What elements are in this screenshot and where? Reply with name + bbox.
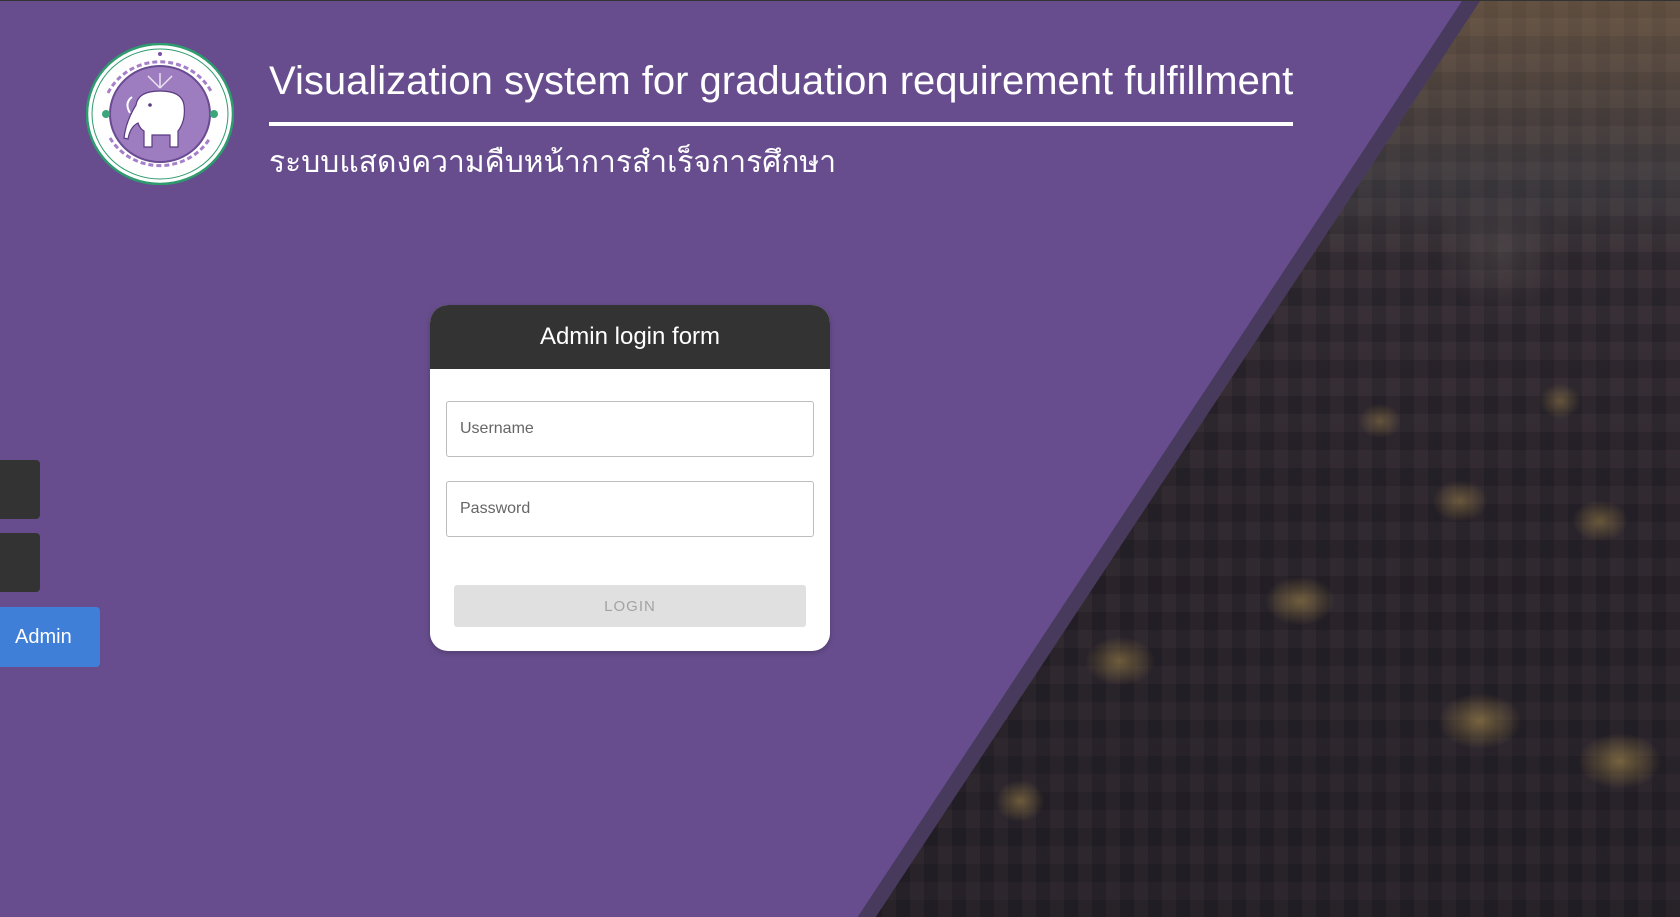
admin-tab[interactable]: Admin	[0, 607, 100, 667]
password-input[interactable]	[446, 481, 814, 537]
title-divider	[269, 122, 1293, 126]
login-card-title: Admin login form	[539, 323, 721, 350]
side-tab-1[interactable]	[0, 460, 40, 519]
admin-login-card: Admin login form LOGIN	[430, 305, 830, 651]
login-card-header: Admin login form	[430, 305, 830, 369]
graduation-photo-overlay	[875, 1, 1680, 917]
page-title: Visualization system for graduation requ…	[269, 59, 1294, 103]
username-input[interactable]	[446, 401, 814, 457]
login-button[interactable]: LOGIN	[454, 585, 806, 627]
page-subtitle: ระบบแสดงความคืบหน้าการสำเร็จการศึกษา	[269, 146, 837, 179]
login-page: Visualization system for graduation requ…	[0, 0, 1680, 917]
admin-tab-label: Admin	[15, 625, 72, 648]
side-tab-2[interactable]	[0, 533, 40, 592]
university-logo-icon	[86, 43, 234, 185]
